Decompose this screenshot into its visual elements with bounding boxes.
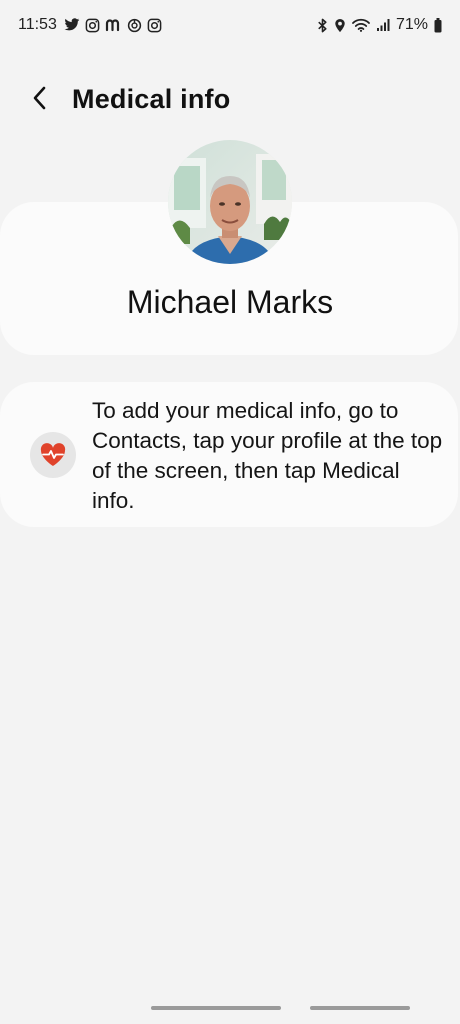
status-time: 11:53 — [18, 16, 57, 33]
page-title: Medical info — [72, 84, 231, 114]
instagram-icon — [85, 18, 100, 33]
status-bar: 11:53 71% — [0, 0, 460, 50]
bluetooth-icon — [317, 18, 328, 33]
location-icon — [334, 18, 346, 33]
gesture-nav-bar — [0, 994, 460, 1024]
app-header: Medical info — [0, 78, 460, 122]
circle-app-icon — [127, 18, 142, 33]
status-left: 11:53 — [18, 16, 162, 34]
medical-info-card: To add your medical info, go to Contacts… — [0, 382, 458, 527]
wifi-icon — [352, 18, 370, 32]
heart-pulse-icon — [30, 432, 76, 478]
instagram-icon — [147, 18, 162, 33]
back-button[interactable] — [22, 82, 58, 118]
m-app-icon — [105, 18, 122, 32]
avatar[interactable] — [168, 140, 292, 264]
signal-icon — [376, 18, 390, 32]
status-right: 71% — [317, 16, 442, 34]
battery-percent: 71% — [395, 16, 428, 33]
chevron-left-icon — [30, 85, 50, 116]
profile-name: Michael Marks — [126, 284, 334, 320]
twitter-icon — [64, 18, 80, 32]
medical-info-instructions: To add your medical info, go to Contacts… — [92, 398, 443, 513]
profile-photo — [168, 140, 292, 264]
gesture-handle-right[interactable] — [310, 1006, 410, 1010]
gesture-handle-left[interactable] — [151, 1006, 281, 1010]
battery-icon — [434, 17, 442, 33]
